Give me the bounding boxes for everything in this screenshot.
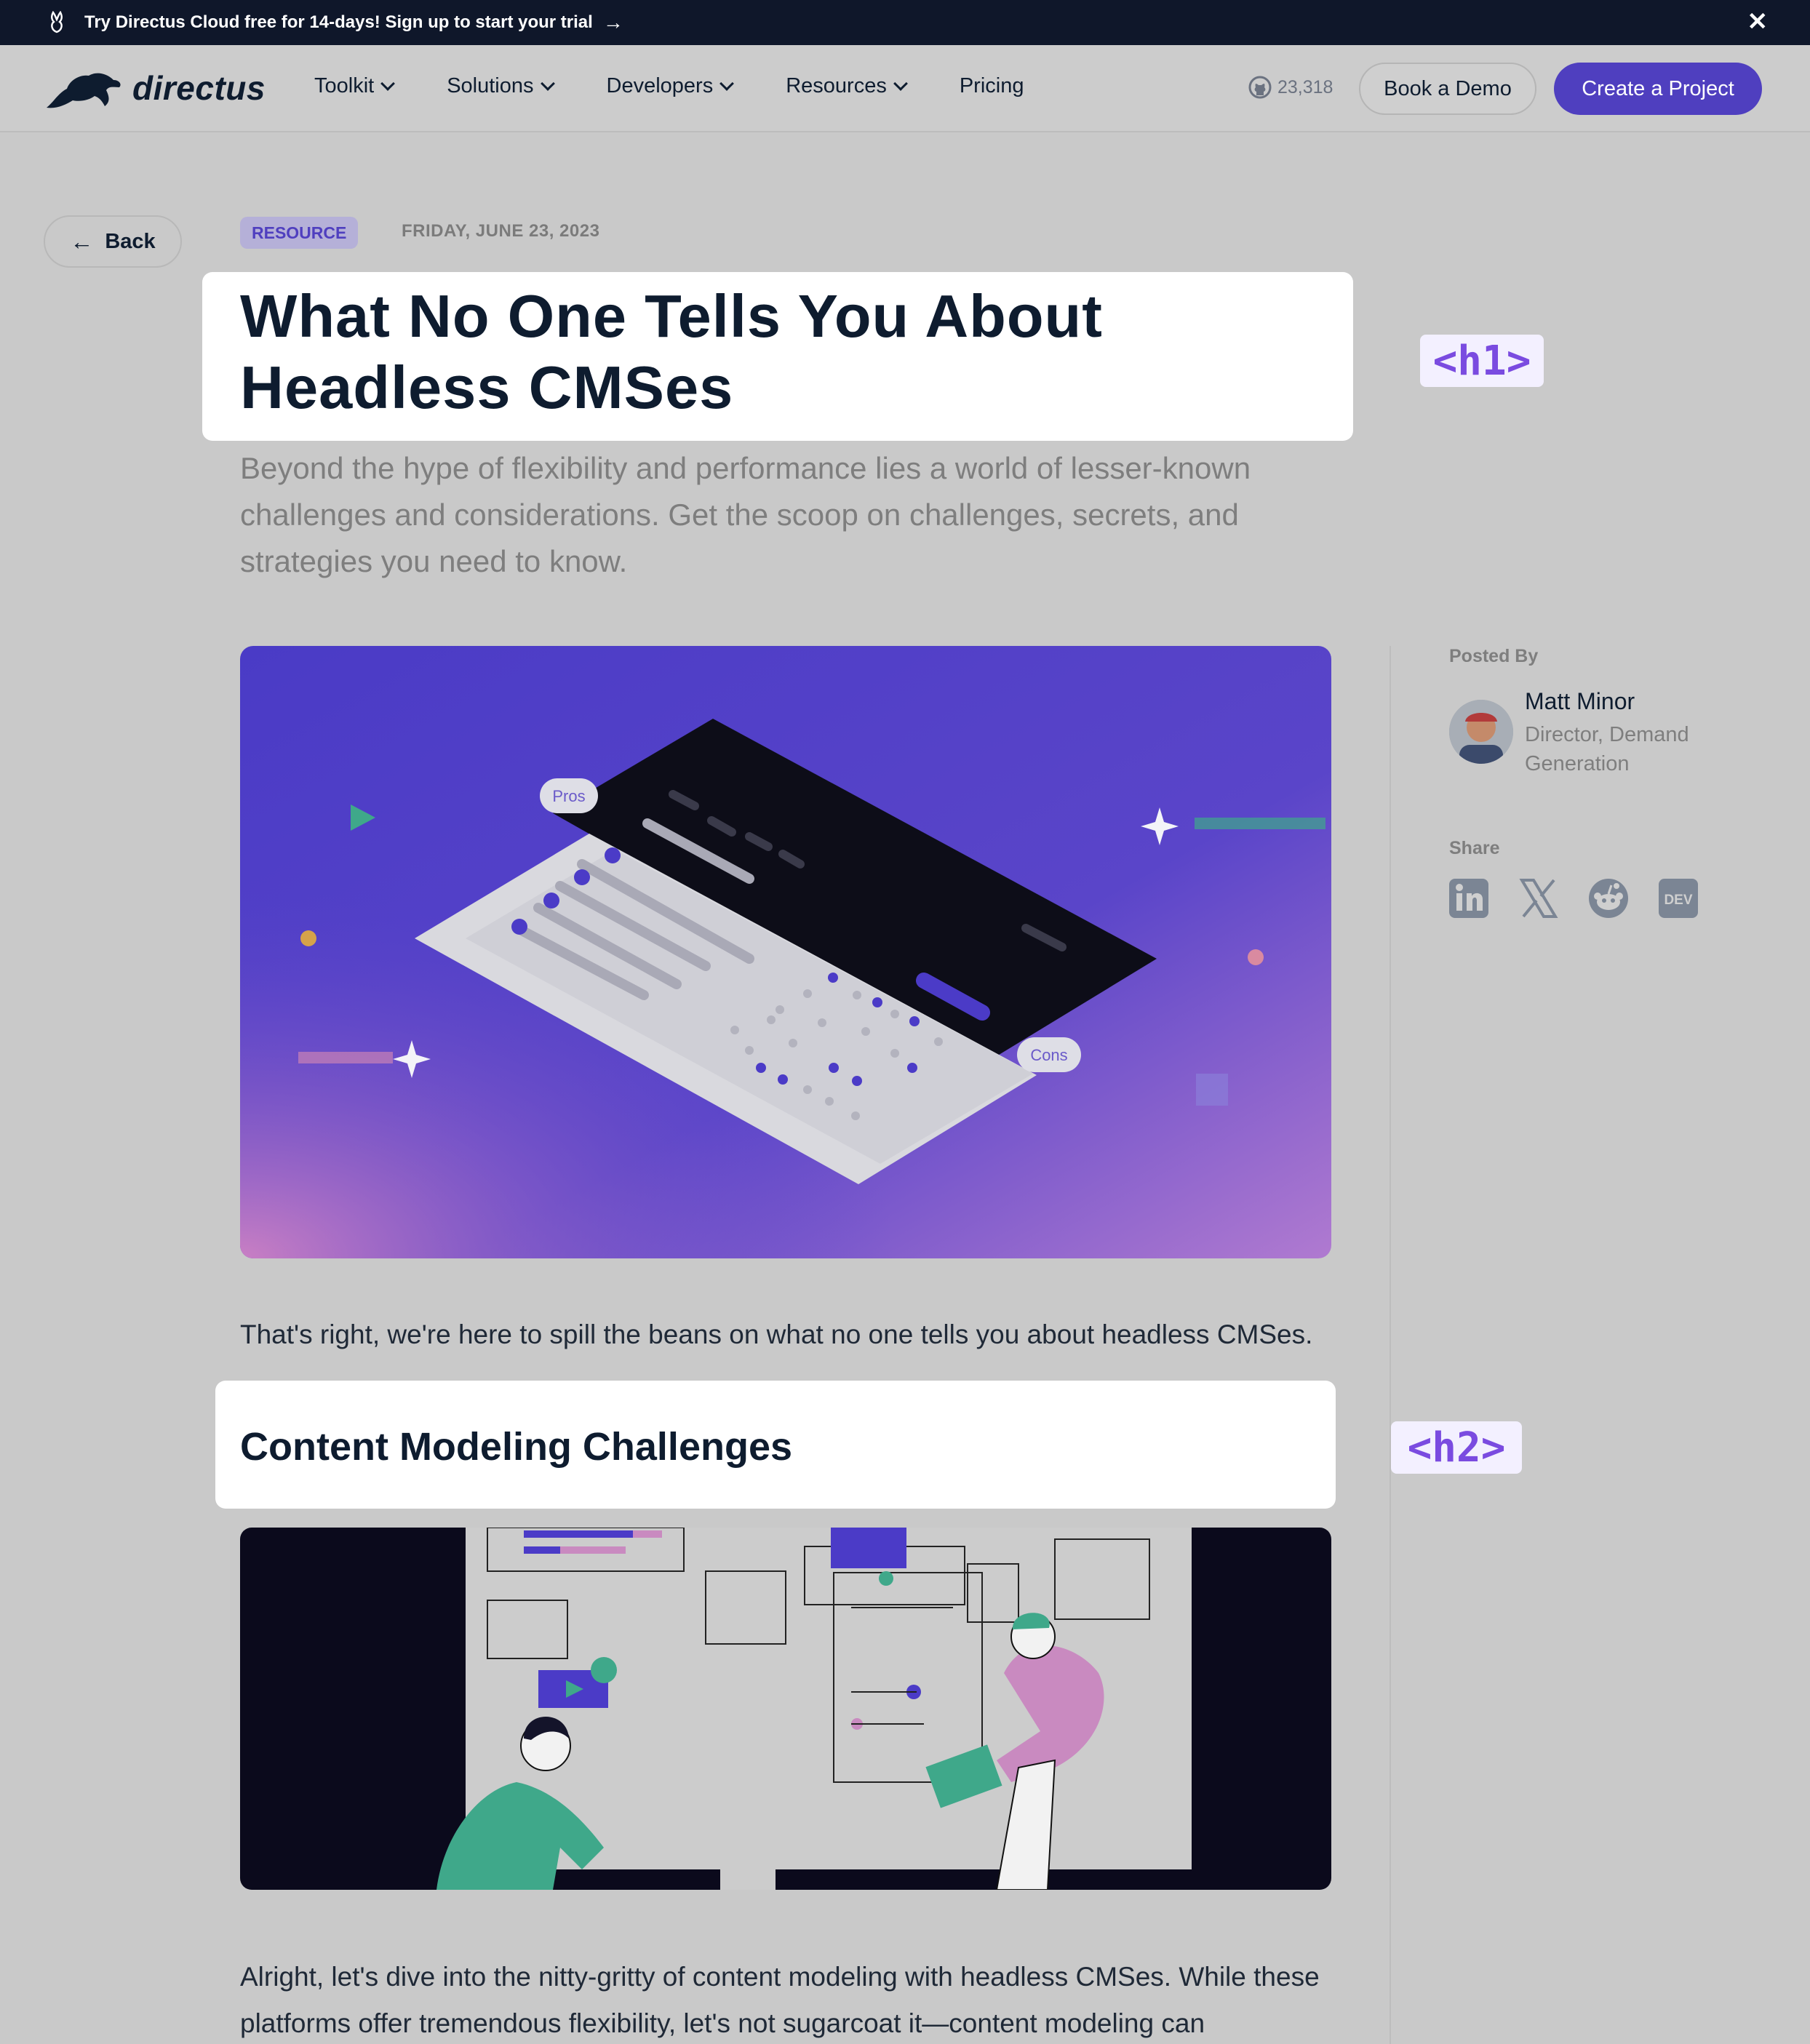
nav-item-label: Solutions — [447, 74, 534, 97]
chevron-down-icon — [719, 76, 735, 91]
back-button[interactable]: ← Back — [44, 215, 182, 268]
cons-chip: Cons — [1030, 1046, 1067, 1064]
main-nav: directus Toolkit Solutions Developers Re… — [0, 45, 1810, 132]
author-name[interactable]: Matt Minor — [1525, 688, 1635, 715]
content-modeling-illustration — [240, 1528, 1331, 1890]
nav-item-label: Resources — [786, 74, 887, 97]
article-subtitle: Beyond the hype of flexibility and perfo… — [240, 451, 1251, 578]
nav-item-solutions[interactable]: Solutions — [447, 74, 555, 98]
category-tag[interactable]: RESOURCE — [240, 217, 359, 249]
chevron-down-icon — [893, 76, 908, 91]
github-star-count: 23,318 — [1277, 76, 1333, 97]
rabbit-logo-icon — [47, 73, 121, 108]
book-demo-button[interactable]: Book a Demo — [1359, 63, 1536, 115]
svg-text:DEV: DEV — [1664, 893, 1692, 908]
reddit-icon[interactable] — [1587, 877, 1630, 919]
logo-text: directus — [132, 69, 266, 107]
logo[interactable]: directus — [44, 64, 266, 112]
body-paragraph: Alright, let's dive into the nitty-gritt… — [240, 1962, 1320, 2038]
posted-by-label: Posted By — [1449, 646, 1539, 666]
sidebar-divider — [1390, 646, 1391, 2044]
page-title: What No One Tells You About Headless CMS… — [240, 282, 1103, 421]
intro-paragraph: That's right, we're here to spill the be… — [240, 1320, 1313, 1349]
avatar — [1449, 700, 1513, 764]
chevron-down-icon — [380, 76, 396, 91]
publish-date: FRIDAY, JUNE 23, 2023 — [402, 221, 600, 241]
linkedin-icon[interactable] — [1448, 877, 1490, 919]
section-heading: Content Modeling Challenges — [240, 1425, 793, 1469]
dev-icon[interactable]: DEV — [1657, 877, 1699, 919]
nav-item-label: Developers — [606, 74, 714, 97]
chevron-down-icon — [540, 76, 555, 91]
x-icon[interactable] — [1518, 877, 1560, 919]
arrow-left-icon: ← — [70, 228, 94, 255]
nav-menu: Toolkit Solutions Developers Resources P… — [314, 74, 1024, 98]
nav-item-pricing[interactable]: Pricing — [960, 74, 1024, 98]
arrow-right-icon: → — [602, 11, 623, 33]
hero-image: Pros Cons — [240, 646, 1331, 1258]
author-role: Director, Demand Generation — [1525, 723, 1689, 775]
h1-annotation-label: <h1> — [1420, 335, 1544, 387]
github-icon — [1248, 76, 1272, 99]
promo-text[interactable]: Try Directus Cloud free for 14-days! Sig… — [84, 12, 593, 33]
share-label: Share — [1449, 838, 1500, 858]
promo-banner[interactable]: Try Directus Cloud free for 14-days! Sig… — [0, 0, 1810, 45]
back-label: Back — [105, 229, 156, 253]
nav-item-resources[interactable]: Resources — [786, 74, 908, 98]
close-icon[interactable]: ✕ — [1747, 9, 1769, 34]
nav-item-toolkit[interactable]: Toolkit — [314, 74, 396, 98]
pros-chip: Pros — [552, 787, 585, 805]
h2-annotation-label: <h2> — [1391, 1421, 1522, 1474]
nav-item-developers[interactable]: Developers — [606, 74, 735, 98]
rabbit-icon — [47, 11, 70, 34]
nav-item-label: Pricing — [959, 74, 1024, 97]
nav-item-label: Toolkit — [314, 74, 375, 97]
github-stars[interactable]: 23,318 — [1248, 76, 1333, 99]
create-project-button[interactable]: Create a Project — [1554, 63, 1762, 115]
